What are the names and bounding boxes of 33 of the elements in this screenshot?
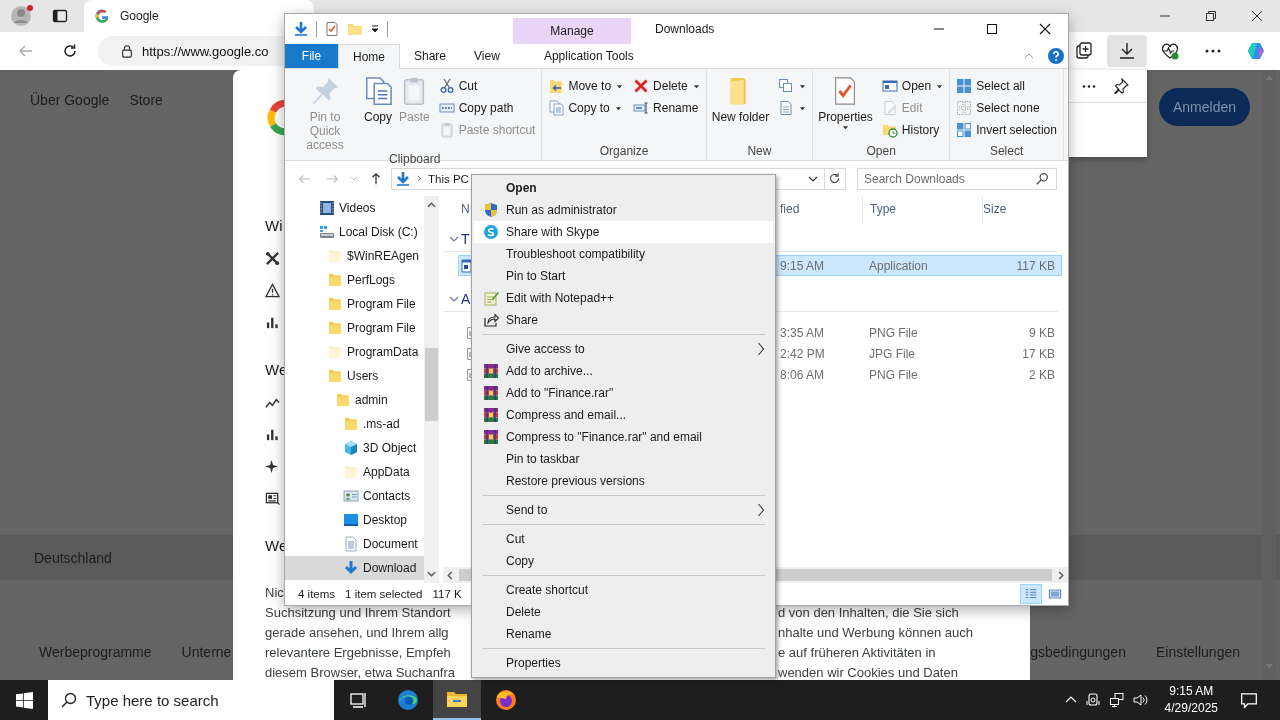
context-tab-header: Manage	[513, 18, 631, 44]
table-cell-text: 2 KB	[1028, 367, 1056, 382]
status-text: 4 items	[298, 588, 336, 600]
table-cell-text: PNG File	[868, 367, 919, 382]
table-cell-text: 3:35 AM	[779, 325, 826, 340]
table-cell-text: 2:42 PM	[779, 346, 826, 361]
table-cell-text: 117 KB	[1015, 258, 1056, 273]
group-label: New	[746, 144, 773, 160]
table-cell-text: JPG File	[868, 346, 916, 361]
consent-text: d von den Inhalten, die Sie sich	[778, 604, 959, 620]
table-cell-text: 8:06 AM	[779, 367, 826, 382]
country-label: Deutschland	[34, 549, 112, 566]
consent-text: relevantere Ergebnisse, Empfeh	[265, 645, 451, 660]
group-label: Clipboard	[388, 152, 442, 166]
group-label: Select	[988, 144, 1025, 160]
section-heading: Wi	[265, 216, 283, 236]
consent-text: Suchsitzung und Ihrem Standort	[265, 605, 451, 620]
table-cell-text: 17 KB	[1021, 346, 1056, 361]
table-cell-text: PNG File	[868, 325, 919, 340]
consent-text: Nic	[265, 585, 284, 600]
table-cell-text: 9 KB	[1028, 325, 1056, 340]
consent-text: wenden wir Cookies und Daten	[778, 664, 958, 680]
table-cell-text: Application	[868, 258, 929, 273]
window-title: Downloads	[655, 22, 715, 36]
consent-text: diesem Browser, etwa Suchanfra	[265, 665, 456, 680]
consent-text: gerade ansehen, und Ihrem allg	[265, 625, 449, 640]
consent-text: e auf früheren Aktivitäten in	[778, 644, 936, 660]
table-cell-text: 9:15 AM	[779, 258, 826, 273]
group-label: Open	[865, 144, 897, 160]
group-label: Organize	[598, 144, 650, 160]
status-text: 1 item selected	[345, 588, 423, 600]
status-text: 117 K	[432, 588, 462, 600]
consent-text: nhalte und Werbung können auch	[778, 624, 973, 640]
